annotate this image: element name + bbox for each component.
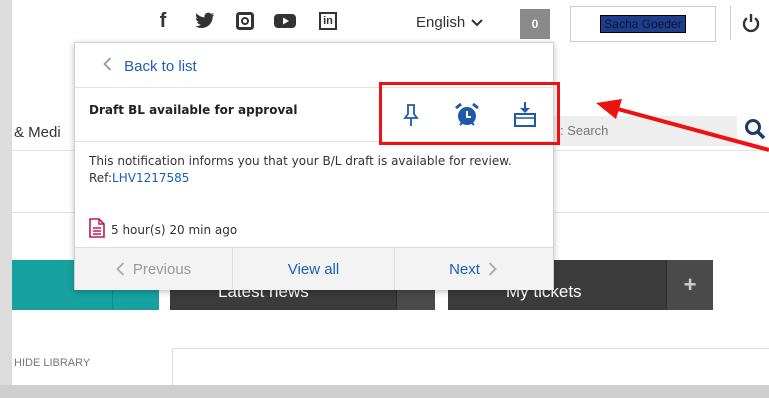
chevron-left-icon xyxy=(103,57,116,75)
twitter-icon[interactable] xyxy=(194,9,216,33)
notification-body: This notification informs you that your … xyxy=(89,153,549,187)
power-icon xyxy=(742,14,760,33)
plus-icon: + xyxy=(683,272,697,297)
notification-popup: Back to list Draft BL available for appr… xyxy=(74,42,554,290)
time-ago-text: 5 hour(s) 20 min ago xyxy=(111,222,238,237)
notification-footer: Previous View all Next xyxy=(75,247,553,290)
page-canvas: f in English 0 Sacha Goeder & Medi: Sea… xyxy=(12,0,769,385)
chevron-right-icon xyxy=(488,262,497,276)
bottom-edge xyxy=(0,385,769,398)
view-all-button[interactable]: View all xyxy=(232,248,395,290)
notification-reference: Ref:LHV1217585 xyxy=(89,171,190,185)
notification-time: 5 hour(s) 20 min ago xyxy=(89,218,237,241)
youtube-icon[interactable] xyxy=(274,9,296,33)
next-button[interactable]: Next xyxy=(393,248,553,290)
annotation-arrow xyxy=(596,99,769,152)
instagram-icon[interactable] xyxy=(234,9,256,33)
notification-title: Draft BL available for approval xyxy=(89,103,298,117)
nav-menu-item-media[interactable]: & Medi xyxy=(14,124,61,141)
back-to-list-link[interactable]: Back to list xyxy=(103,57,197,75)
language-label: English xyxy=(416,14,466,31)
previous-button[interactable]: Previous xyxy=(75,248,232,290)
chevron-left-icon xyxy=(116,262,124,276)
back-to-list-label: Back to list xyxy=(124,58,197,75)
reference-link[interactable]: LHV1217585 xyxy=(112,171,189,185)
tile-my-tickets-add-button[interactable]: + xyxy=(666,260,713,310)
document-icon xyxy=(89,218,105,241)
notification-count-badge[interactable]: 0 xyxy=(520,9,550,39)
logout-button[interactable] xyxy=(730,6,769,40)
linkedin-icon[interactable]: in xyxy=(317,9,339,33)
user-account-button[interactable]: Sacha Goeder xyxy=(570,6,716,42)
notification-message: This notification informs you that your … xyxy=(89,154,512,168)
top-bar: f in English 0 Sacha Goeder xyxy=(12,0,769,44)
facebook-icon[interactable]: f xyxy=(152,9,174,33)
chevron-down-icon xyxy=(471,14,483,31)
hide-library-toggle[interactable]: HIDE LIBRARY xyxy=(14,357,90,369)
library-panel xyxy=(172,348,769,385)
user-name: Sacha Goeder xyxy=(600,15,686,33)
language-selector[interactable]: English xyxy=(416,14,483,31)
annotation-highlight-box xyxy=(379,82,560,145)
